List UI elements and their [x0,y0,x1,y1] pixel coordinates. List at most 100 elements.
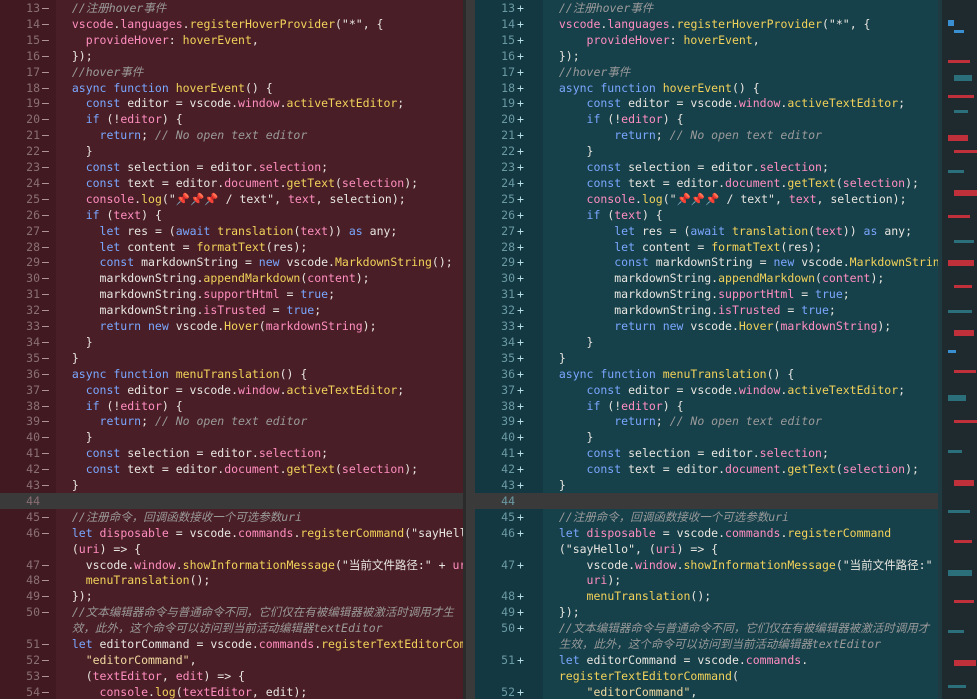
code-line[interactable]: 47— vscode.window.showInformationMessage… [0,557,466,573]
code-line[interactable]: 21 + return; // No open text editor [475,127,941,143]
code-line[interactable]: 39 + return; // No open text editor [475,413,941,429]
code-line[interactable]: 41— const selection = editor.selection; [0,445,466,461]
code-token: if [545,207,608,222]
code-line[interactable]: 19— const editor = vscode.window.activeT… [0,95,466,111]
code-line[interactable]: 30 + markdownString.appendMarkdown(conten… [475,270,941,286]
code-line[interactable]: 17— //hover事件 [0,64,466,80]
code-line[interactable]: 24 + const text = editor.document.getText… [475,175,941,191]
code-line[interactable]: 54— console.log(textEditor, edit); [0,684,466,699]
code-line[interactable]: 36 + async function menuTranslation() { [475,366,941,382]
code-line[interactable]: 19 + const editor = vscode.window.activeT… [475,95,941,111]
code-line[interactable]: 35 + } [475,350,941,366]
code-line[interactable]: 28 + let content = formatText(res); [475,239,941,255]
code-line[interactable]: 50 + //文本编辑器命令与普通命令不同，它们仅在有被编辑器被激活时调用才 [475,620,941,636]
code-line[interactable]: 26 + if (text) { [475,207,941,223]
code-line[interactable]: 15— provideHover: hoverEvent, [0,32,466,48]
code-line[interactable]: 13— //注册hover事件 [0,0,466,16]
code-line[interactable]: 33 + return new vscode.Hover(markdownStri… [475,318,941,334]
code-line[interactable]: 31— markdownString.supportHtml = true; [0,286,466,302]
code-line[interactable]: 30— markdownString.appendMarkdown(conten… [0,270,466,286]
minimap[interactable] [942,0,977,699]
code-line[interactable]: 51 + let editorCommand = vscode.commands. [475,652,941,668]
code-line[interactable]: 46— let disposable = vscode.commands.reg… [0,525,466,541]
code-line[interactable]: 29— const markdownString = new vscode.Ma… [0,254,466,270]
code-line[interactable]: 21— return; // No open text editor [0,127,466,143]
code-line[interactable]: 14— vscode.languages.registerHoverProvid… [0,16,466,32]
code-line[interactable]: 50— //文本编辑器命令与普通命令不同，它们仅在有被编辑器被激活时调用才生 [0,604,466,620]
code-line[interactable]: 22 + } [475,143,941,159]
code-line[interactable]: 18 + async function hoverEvent() { [475,80,941,96]
code-line[interactable]: 45 + //注册命令，回调函数接收一个可选参数uri [475,509,941,525]
code-line[interactable]: 25— console.log("📌📌📌 / text", text, sele… [0,191,466,207]
code-line[interactable]: 34— } [0,334,466,350]
code-line[interactable]: 31 + markdownString.supportHtml = true; [475,286,941,302]
code-line[interactable]: 34 + } [475,334,941,350]
code-line[interactable]: (uri) => { [0,541,466,557]
code-line[interactable]: 20— if (!editor) { [0,111,466,127]
code-line[interactable]: 38— if (!editor) { [0,398,466,414]
code-line[interactable]: 32 + markdownString.isTrusted = true; [475,302,941,318]
code-line[interactable]: 44 [0,492,466,509]
code-line[interactable]: 52— "editorCommand", [0,652,466,668]
code-line[interactable]: 14 + vscode.languages.registerHoverProvid… [475,16,941,32]
code-line[interactable]: 44 [475,492,941,509]
code-line[interactable]: 25 + console.log("📌📌📌 / text", text, sele… [475,191,941,207]
code-line[interactable]: 38 + if (!editor) { [475,398,941,414]
code-line[interactable]: 39— return; // No open text editor [0,413,466,429]
code-line[interactable]: 46 + let disposable = vscode.commands.reg… [475,525,941,541]
code-line[interactable]: 27 + let res = (await translation(text)) … [475,223,941,239]
diff-pane-modified[interactable]: 13 + //注册hover事件 14 + vscode.languages.regi… [475,0,941,699]
code-line[interactable]: 28— let content = formatText(res); [0,239,466,255]
code-line[interactable]: 33— return new vscode.Hover(markdownStri… [0,318,466,334]
code-line[interactable]: 16 + }); [475,48,941,64]
code-line[interactable]: 42— const text = editor.document.getText… [0,461,466,477]
code-line[interactable]: 52 + "editorCommand", [475,684,941,699]
code-line[interactable]: 35— } [0,350,466,366]
code-line[interactable]: 效，此外，这个命令可以访问到当前活动编辑器textEditor [0,620,466,636]
code-token: . [279,175,287,190]
code-line[interactable]: 42 + const text = editor.document.getText… [475,461,941,477]
code-line[interactable]: 17 + //hover事件 [475,64,941,80]
code-line[interactable]: 26— if (text) { [0,207,466,223]
code-line[interactable]: 45— //注册命令，回调函数接收一个可选参数uri [0,509,466,525]
code-line[interactable]: 48 + menuTranslation(); [475,588,941,604]
code-line[interactable]: 13 + //注册hover事件 [475,0,941,16]
code-token: activeTextEditor [286,96,398,111]
code-line[interactable]: registerTextEditorCommand( [475,668,941,684]
code-line[interactable]: 36— async function menuTranslation() { [0,366,466,382]
code-token: uri [655,541,677,556]
code-token: }); [545,605,580,620]
diff-marker: + [517,350,524,365]
code-line[interactable]: uri); [475,572,941,588]
code-line[interactable]: 生效，此外，这个命令可以访问到当前活动编辑器textEditor [475,636,941,652]
code-line[interactable]: 43 + } [475,477,941,493]
code-line[interactable]: 49 + }); [475,604,941,620]
code-line[interactable]: 27— let res = (await translation(text)) … [0,223,466,239]
code-line[interactable]: 24— const text = editor.document.getText… [0,175,466,191]
code-line[interactable]: 47 + vscode.window.showInformationMessage… [475,557,941,573]
code-line[interactable]: 49— }); [0,588,466,604]
code-line[interactable]: 53— (textEditor, edit) => { [0,668,466,684]
code-line[interactable]: 18— async function hoverEvent() { [0,80,466,96]
code-line[interactable]: 20 + if (!editor) { [475,111,941,127]
code-line[interactable]: 41 + const selection = editor.selection; [475,445,941,461]
code-line[interactable]: 43— } [0,477,466,493]
code-line[interactable]: 23— const selection = editor.selection; [0,159,466,175]
code-line[interactable]: 32— markdownString.isTrusted = true; [0,302,466,318]
code-line[interactable]: 23 + const selection = editor.selection; [475,159,941,175]
code-line[interactable]: 15 + provideHover: hoverEvent, [475,32,941,48]
diff-divider[interactable] [466,0,475,699]
code-line[interactable]: 16— }); [0,48,466,64]
code-line[interactable]: 37 + const editor = vscode.window.activeT… [475,382,941,398]
code-line[interactable]: 51— let editorCommand = vscode.commands.… [0,636,466,652]
code-text: //注册命令，回调函数接收一个可选参数uri [545,509,789,525]
code-line[interactable]: 37— const editor = vscode.window.activeT… [0,382,466,398]
diff-pane-original[interactable]: 13— //注册hover事件 14— vscode.languages.regi… [0,0,466,699]
code-line[interactable]: 40— } [0,429,466,445]
code-line[interactable]: 29 + const markdownString = new vscode.Ma… [475,254,941,270]
code-line[interactable]: ("sayHello", (uri) => { [475,541,941,557]
code-line[interactable]: 48— menuTranslation(); [0,572,466,588]
code-line[interactable]: 22— } [0,143,466,159]
line-number: 51 [501,652,515,667]
code-line[interactable]: 40 + } [475,429,941,445]
